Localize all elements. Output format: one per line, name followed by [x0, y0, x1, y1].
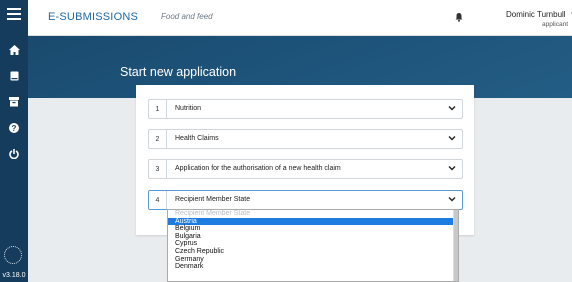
brand-title[interactable]: E-SUBMISSIONS	[48, 11, 138, 23]
step-value: Health Claims	[175, 135, 219, 142]
step-number: 2	[149, 130, 167, 148]
dropdown-option-austria[interactable]: Austria	[168, 217, 458, 226]
archive-icon[interactable]	[0, 92, 28, 112]
step-select-3[interactable]: 3 Application for the authorisation of a…	[148, 159, 463, 179]
step-select-1[interactable]: 1 Nutrition	[148, 99, 463, 119]
step-number: 4	[149, 191, 167, 209]
step-value: Recipient Member State	[175, 196, 251, 203]
dropdown-option-denmark[interactable]: Denmark	[168, 263, 458, 271]
dropdown-option-germany[interactable]: Germany	[168, 256, 458, 264]
dropdown-option-czech-republic[interactable]: Czech Republic	[168, 248, 458, 256]
step-value: Application for the authorisation of a n…	[175, 165, 341, 172]
member-state-dropdown-list[interactable]: Recipient Member State Austria Belgium B…	[167, 209, 459, 282]
help-icon[interactable]: ?	[0, 118, 28, 138]
top-bar: E-SUBMISSIONS Food and feed Dominic Turn…	[28, 0, 572, 36]
step-number: 1	[149, 100, 167, 118]
step-select-2[interactable]: 2 Health Claims	[148, 129, 463, 149]
version-label: v3.18.0	[2, 272, 26, 279]
dropdown-placeholder-option: Recipient Member State	[175, 210, 251, 217]
step-value: Nutrition	[175, 105, 202, 112]
svg-text:?: ?	[12, 124, 17, 133]
dropdown-scrollbar[interactable]	[453, 210, 458, 281]
chevron-down-icon	[448, 166, 456, 171]
step-select-4[interactable]: 4 Recipient Member State	[148, 190, 463, 210]
sidebar: ? v3.18.0	[0, 0, 28, 282]
power-icon[interactable]	[0, 144, 28, 164]
chevron-down-icon	[448, 106, 456, 111]
user-role: applicant	[542, 21, 569, 28]
dropdown-option-belgium[interactable]: Belgium	[168, 225, 458, 233]
user-menu[interactable]: Dominic Turnbull	[506, 10, 566, 19]
bell-icon[interactable]	[454, 12, 464, 22]
menu-icon[interactable]	[0, 0, 28, 28]
page-title: Start new application	[120, 65, 237, 79]
book-icon[interactable]	[0, 66, 28, 86]
brand-subtitle: Food and feed	[161, 12, 213, 21]
chevron-down-icon	[448, 136, 456, 141]
step-number: 3	[149, 160, 167, 178]
home-icon[interactable]	[0, 40, 28, 60]
dropdown-option-bulgaria[interactable]: Bulgaria	[168, 233, 458, 241]
dropdown-option-cyprus[interactable]: Cyprus	[168, 240, 458, 248]
scrollbar-thumb[interactable]	[454, 210, 458, 281]
loading-spinner-icon	[4, 246, 22, 264]
chevron-down-icon	[448, 197, 456, 202]
